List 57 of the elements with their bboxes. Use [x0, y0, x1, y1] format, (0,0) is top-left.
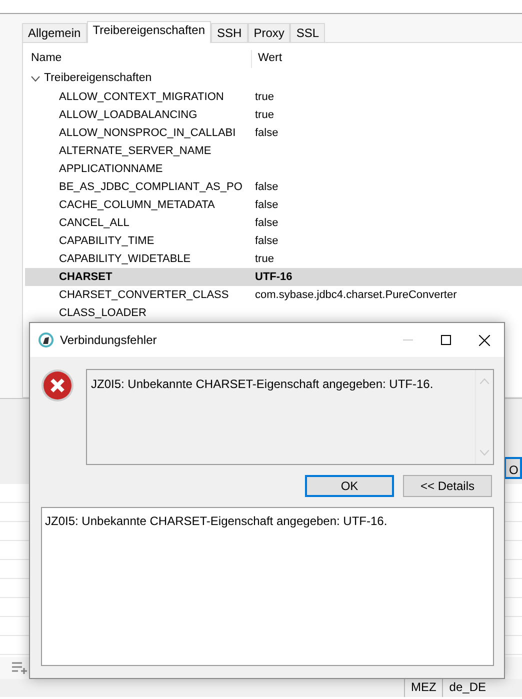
dialog-button[interactable]: << Details	[403, 475, 492, 497]
table-row[interactable]: CLASS_LOADER	[25, 304, 522, 322]
property-name: CAPABILITY_TIME	[58, 234, 156, 249]
property-name: CANCEL_ALL	[58, 216, 130, 231]
tab[interactable]: Proxy	[248, 23, 290, 42]
table-row[interactable]: ALLOW_NONSPROC_IN_CALLABI false	[25, 124, 522, 142]
dialog-button[interactable]: OK	[305, 475, 394, 497]
error-message: JZ0I5: Unbekannte CHARSET-Eigenschaft angegeben: UTF-16.	[90, 376, 434, 393]
property-value: true	[254, 108, 275, 123]
tab[interactable]: SSH	[211, 23, 248, 42]
property-name: CLASS_LOADER	[58, 306, 148, 321]
property-name: CAPABILITY_WIDETABLE	[58, 252, 192, 267]
table-row[interactable]: CHARSET_CONVERTER_CLASS com.sybase.jdbc4.charset.PureConverter	[25, 286, 522, 304]
close-icon[interactable]	[479, 334, 490, 346]
property-value: false	[254, 216, 280, 231]
column-header[interactable]: Wert	[251, 50, 522, 68]
property-name: CHARSET_CONVERTER_CLASS	[58, 288, 230, 303]
property-name: ALLOW_NONSPROC_IN_CALLABI	[58, 126, 237, 141]
property-name: CACHE_COLUMN_METADATA	[58, 198, 216, 213]
table-row[interactable]: CHARSET UTF-16	[25, 268, 522, 286]
maximize-icon[interactable]	[441, 334, 451, 344]
property-name: APPLICATIONNAME	[58, 162, 164, 177]
property-name: ALLOW_LOADBALANCING	[58, 108, 198, 123]
table-row[interactable]: ALLOW_CONTEXT_MIGRATION true	[25, 88, 522, 106]
table-row[interactable]: CANCEL_ALL false	[25, 214, 522, 232]
property-value: false	[254, 234, 280, 249]
chevron-icon[interactable]	[31, 76, 40, 82]
table-row[interactable]: ALTERNATE_SERVER_NAME	[25, 142, 522, 160]
property-value: UTF-16	[254, 270, 294, 285]
property-value: false	[254, 198, 280, 213]
app-icon	[38, 332, 54, 348]
table-row[interactable]: BE_AS_JDBC_COMPLIANT_AS_PO false	[25, 178, 522, 196]
property-name: ALLOW_CONTEXT_MIGRATION	[58, 90, 225, 105]
table-row[interactable]: CAPABILITY_TIME false	[25, 232, 522, 250]
property-value: true	[254, 90, 275, 105]
o-button[interactable]: O	[504, 457, 522, 479]
tab[interactable]: SSL	[290, 23, 326, 42]
property-value: true	[254, 252, 275, 267]
add-row-icon[interactable]	[12, 662, 28, 674]
error-icon	[41, 369, 74, 402]
table-row[interactable]: APPLICATIONNAME	[25, 160, 522, 178]
property-value: com.sybase.jdbc4.charset.PureConverter	[254, 288, 458, 303]
property-name: ALTERNATE_SERVER_NAME	[58, 144, 212, 159]
property-name: BE_AS_JDBC_COMPLIANT_AS_PO	[58, 180, 244, 195]
dialog-title: Verbindungsfehler	[60, 332, 157, 349]
group-label: Treibereigenschaften	[44, 71, 152, 86]
column-header[interactable]: Name	[25, 50, 251, 68]
tab[interactable]: Treibereigenschaften	[86, 21, 211, 43]
property-name: CHARSET	[58, 270, 114, 285]
tab[interactable]: Allgemein	[22, 23, 87, 42]
table-row[interactable]: CACHE_COLUMN_METADATA false	[25, 196, 522, 214]
table-row[interactable]: ALLOW_LOADBALANCING true	[25, 106, 522, 124]
property-value: false	[254, 180, 280, 195]
tree-group-row[interactable]: Treibereigenschaften	[25, 70, 522, 88]
table-row[interactable]: CAPABILITY_WIDETABLE true	[25, 250, 522, 268]
property-value: false	[254, 126, 280, 141]
details-text-area[interactable]: JZ0I5: Unbekannte CHARSET-Eigenschaft angegeben: UTF-16.	[41, 507, 494, 666]
